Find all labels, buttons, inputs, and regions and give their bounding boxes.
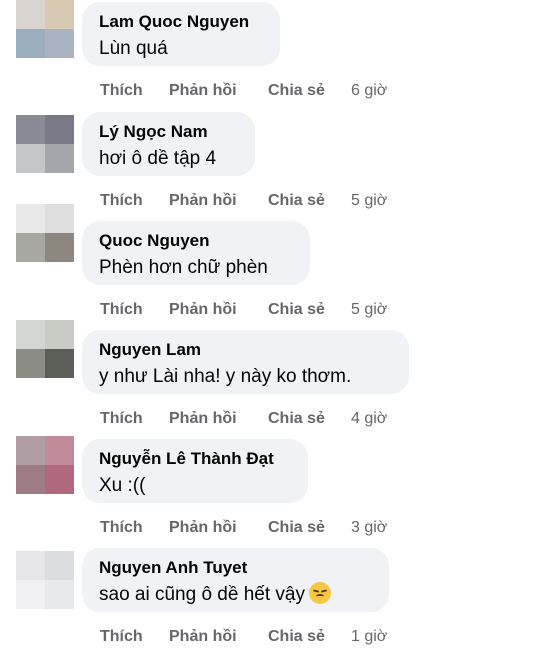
avatar-tile bbox=[45, 551, 74, 580]
avatar[interactable] bbox=[16, 0, 74, 58]
comment-author[interactable]: Nguyen Lam bbox=[99, 339, 392, 361]
comment-text: Xu :(( bbox=[99, 475, 146, 496]
comment-text-content: sao ai cũng ô dề hết vậy bbox=[99, 584, 305, 605]
comment-item: Nguyen Anh Tuyet sao ai cũng ô dề hết vậ… bbox=[0, 546, 538, 655]
comment-item: Nguyễn Lê Thành Đạt Xu :(( Thích Phản hồ… bbox=[0, 436, 538, 546]
comment-author[interactable]: Nguyễn Lê Thành Đạt bbox=[99, 448, 291, 470]
avatar-tile bbox=[45, 580, 74, 609]
avatar-tile bbox=[16, 551, 45, 580]
share-link[interactable]: Chia sẻ bbox=[268, 408, 325, 430]
like-link[interactable]: Thích bbox=[100, 190, 143, 212]
avatar-tile bbox=[45, 233, 74, 262]
like-link[interactable]: Thích bbox=[100, 408, 143, 430]
avatar-tile bbox=[45, 204, 74, 233]
like-link[interactable]: Thích bbox=[100, 517, 143, 539]
avatar-tile bbox=[45, 144, 74, 173]
avatar-tile bbox=[16, 349, 45, 378]
share-link[interactable]: Chia sẻ bbox=[268, 299, 325, 321]
comment-timestamp[interactable]: 4 giờ bbox=[351, 408, 387, 430]
comment-item: Nguyen Lam y như Lài nha! y này ko thơm.… bbox=[0, 320, 538, 437]
avatar-tile bbox=[16, 580, 45, 609]
avatar-tile bbox=[16, 436, 45, 465]
comment-timestamp[interactable]: 6 giờ bbox=[351, 80, 387, 102]
avatar-tile bbox=[16, 0, 45, 29]
share-link[interactable]: Chia sẻ bbox=[268, 517, 325, 539]
avatar-tile bbox=[16, 29, 45, 58]
comment-author[interactable]: Lam Quoc Nguyen bbox=[99, 11, 263, 33]
avatar-tile bbox=[16, 115, 45, 144]
avatar-tile bbox=[45, 320, 74, 349]
avatar-tile bbox=[45, 115, 74, 144]
comment-timestamp[interactable]: 3 giờ bbox=[351, 517, 387, 539]
comment-author[interactable]: Quoc Nguyen bbox=[99, 230, 293, 252]
avatar-tile bbox=[45, 349, 74, 378]
comment-thread: { "actions": { "like": "Thích", "reply":… bbox=[0, 0, 538, 654]
share-link[interactable]: Chia sẻ bbox=[268, 80, 325, 102]
avatar[interactable] bbox=[16, 436, 74, 494]
disappointed-face-icon bbox=[308, 582, 331, 604]
comment-author[interactable]: Lý Ngọc Nam bbox=[99, 121, 238, 143]
comment-bubble: Quoc Nguyen Phèn hơn chữ phèn bbox=[82, 221, 310, 285]
like-link[interactable]: Thích bbox=[100, 626, 143, 648]
reply-link[interactable]: Phản hồi bbox=[169, 408, 237, 430]
comment-bubble: Lam Quoc Nguyen Lùn quá bbox=[82, 2, 280, 66]
comment-text: Lùn quá bbox=[99, 38, 168, 59]
avatar-tile bbox=[16, 144, 45, 173]
avatar-tile bbox=[45, 465, 74, 494]
comment-item: Lý Ngọc Nam hơi ô dề tập 4 Thích Phản hồ… bbox=[0, 110, 538, 219]
avatar-tile bbox=[16, 204, 45, 233]
comment-text: hơi ô dề tập 4 bbox=[99, 148, 217, 169]
comment-timestamp[interactable]: 1 giờ bbox=[351, 626, 387, 648]
comment-bubble: Nguyễn Lê Thành Đạt Xu :(( bbox=[82, 439, 308, 503]
avatar-tile bbox=[45, 0, 74, 29]
comment-item: Quoc Nguyen Phèn hơn chữ phèn Thích Phản… bbox=[0, 204, 538, 328]
share-link[interactable]: Chia sẻ bbox=[268, 190, 325, 212]
comment-text: Phèn hơn chữ phèn bbox=[99, 257, 268, 278]
comment-bubble: Nguyen Lam y như Lài nha! y này ko thơm. bbox=[82, 330, 409, 394]
avatar-tile bbox=[16, 233, 45, 262]
reply-link[interactable]: Phản hồi bbox=[169, 190, 237, 212]
comment-bubble: Nguyen Anh Tuyet sao ai cũng ô dề hết vậ… bbox=[82, 548, 389, 612]
like-link[interactable]: Thích bbox=[100, 80, 143, 102]
avatar-tile bbox=[16, 465, 45, 494]
avatar[interactable] bbox=[16, 320, 74, 378]
avatar-tile bbox=[45, 29, 74, 58]
comment-text: sao ai cũng ô dề hết vậy bbox=[99, 582, 372, 608]
like-link[interactable]: Thích bbox=[100, 299, 143, 321]
reply-link[interactable]: Phản hồi bbox=[169, 80, 237, 102]
comment-item: Lam Quoc Nguyen Lùn quá Thích Phản hồi C… bbox=[0, 0, 538, 109]
comment-bubble: Lý Ngọc Nam hơi ô dề tập 4 bbox=[82, 112, 255, 176]
avatar-tile bbox=[45, 436, 74, 465]
avatar[interactable] bbox=[16, 551, 74, 609]
avatar[interactable] bbox=[16, 115, 74, 173]
comment-author[interactable]: Nguyen Anh Tuyet bbox=[99, 557, 372, 579]
comment-timestamp[interactable]: 5 giờ bbox=[351, 190, 387, 212]
avatar-tile bbox=[16, 320, 45, 349]
reply-link[interactable]: Phản hồi bbox=[169, 299, 237, 321]
reply-link[interactable]: Phản hồi bbox=[169, 626, 237, 648]
avatar[interactable] bbox=[16, 204, 74, 262]
comment-text: y như Lài nha! y này ko thơm. bbox=[99, 366, 352, 387]
share-link[interactable]: Chia sẻ bbox=[268, 626, 325, 648]
reply-link[interactable]: Phản hồi bbox=[169, 517, 237, 539]
comment-timestamp[interactable]: 5 giờ bbox=[351, 299, 387, 321]
